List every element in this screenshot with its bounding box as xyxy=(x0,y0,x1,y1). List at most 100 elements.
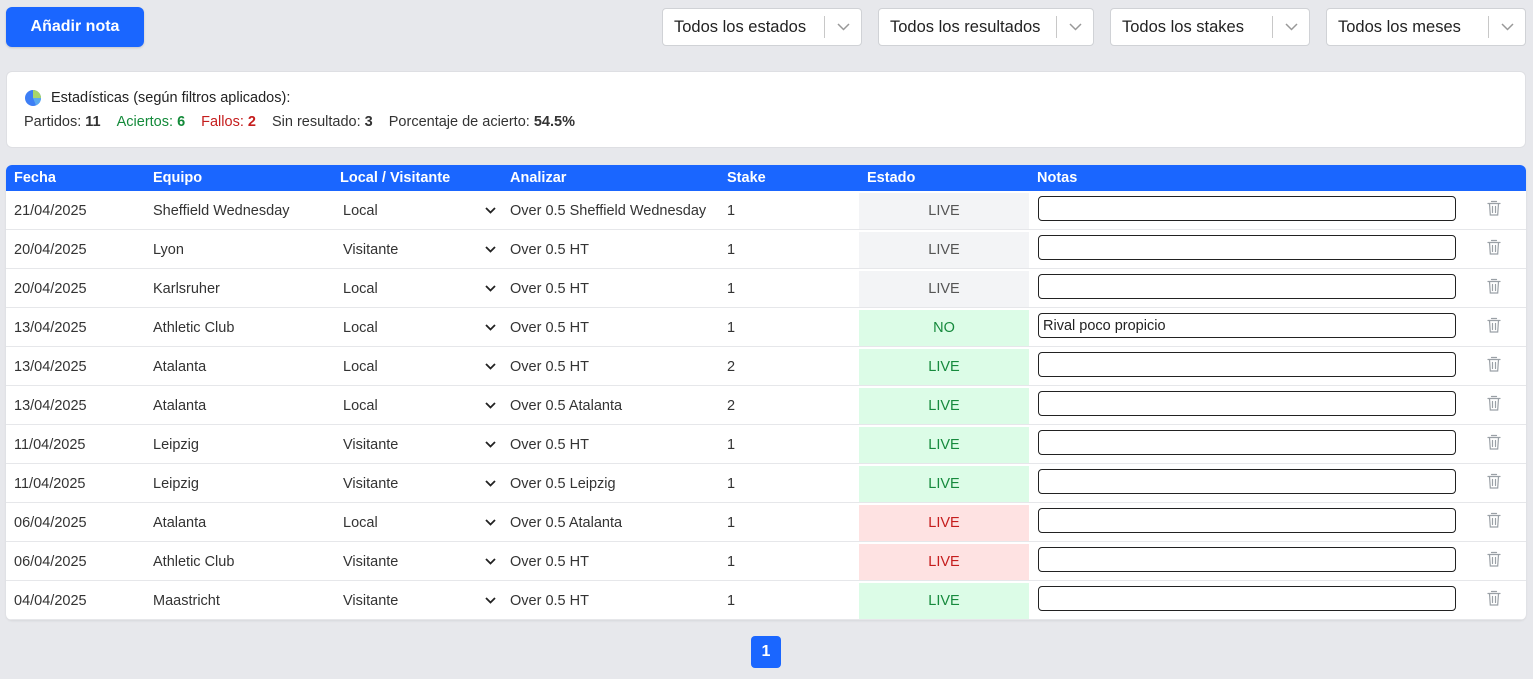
local-visitante-select[interactable]: Visitante xyxy=(343,230,496,269)
cell-equipo: Leipzig xyxy=(153,437,199,453)
chevron-down-icon xyxy=(485,441,496,448)
filter-estados-label: Todos los estados xyxy=(674,17,807,36)
stat-value: 6 xyxy=(177,114,186,130)
cell-analizar: Over 0.5 Atalanta xyxy=(510,515,623,531)
add-note-button[interactable]: Añadir nota xyxy=(6,7,144,47)
chevron-down-icon xyxy=(825,23,861,31)
local-visitante-select[interactable]: Visitante xyxy=(343,425,496,464)
cell-fecha: 13/04/2025 xyxy=(14,359,87,375)
filter-stakes-label: Todos los stakes xyxy=(1122,17,1244,36)
cell-equipo: Athletic Club xyxy=(153,554,235,570)
local-visitante-select[interactable]: Visitante xyxy=(343,464,496,503)
note-input[interactable] xyxy=(1038,235,1456,260)
cell-equipo: Atalanta xyxy=(153,359,207,375)
trash-icon[interactable] xyxy=(1486,317,1502,334)
local-visitante-select[interactable]: Local xyxy=(343,386,496,425)
stat-value: 3 xyxy=(364,114,373,130)
cell-stake: 1 xyxy=(727,554,736,570)
filter-meses-label: Todos los meses xyxy=(1338,17,1461,36)
estado-toggle[interactable]: LIVE xyxy=(859,505,1029,541)
cell-stake: 1 xyxy=(727,593,736,609)
note-input[interactable] xyxy=(1038,391,1456,416)
estado-toggle[interactable]: LIVE xyxy=(859,271,1029,307)
table-row: 11/04/2025 Leipzig Visitante Over 0.5 Leipz… xyxy=(6,464,1526,503)
cell-analizar: Over 0.5 HT xyxy=(510,281,589,297)
cell-fecha: 13/04/2025 xyxy=(14,320,87,336)
cell-stake: 1 xyxy=(727,320,736,336)
cell-fecha: 21/04/2025 xyxy=(14,203,87,219)
filter-resultados[interactable]: Todos los resultados xyxy=(878,8,1094,46)
stat-label: Sin resultado: xyxy=(271,114,361,130)
estado-toggle[interactable]: LIVE xyxy=(859,193,1029,229)
estado-toggle[interactable]: LIVE xyxy=(859,583,1029,619)
note-input[interactable] xyxy=(1038,586,1456,611)
estado-toggle[interactable]: LIVE xyxy=(859,232,1029,268)
trash-icon[interactable] xyxy=(1486,395,1502,412)
local-visitante-select[interactable]: Visitante xyxy=(343,581,496,620)
estado-toggle[interactable]: LIVE xyxy=(859,427,1029,463)
trash-icon[interactable] xyxy=(1486,356,1502,373)
local-visitante-select[interactable]: Local xyxy=(343,503,496,542)
trash-icon[interactable] xyxy=(1486,473,1502,490)
select-value: Visitante xyxy=(343,553,399,570)
estado-toggle[interactable]: LIVE xyxy=(859,466,1029,502)
stat-item: Sin resultado: 3 xyxy=(272,114,373,130)
stats-summary: Partidos: 11 Aciertos: 6 Fallos: 2 Sin resu… xyxy=(24,114,591,130)
cell-fecha: 06/04/2025 xyxy=(14,554,87,570)
local-visitante-select[interactable]: Visitante xyxy=(343,542,496,581)
trash-icon[interactable] xyxy=(1486,590,1502,607)
stat-label: Aciertos: xyxy=(116,114,174,130)
select-value: Local xyxy=(343,319,378,336)
trash-icon[interactable] xyxy=(1486,551,1502,568)
note-input[interactable] xyxy=(1038,196,1456,221)
trash-icon[interactable] xyxy=(1486,200,1502,217)
note-input[interactable] xyxy=(1038,547,1456,572)
table-row: 06/04/2025 Atalanta Local Over 0.5 Atalanta… xyxy=(6,503,1526,542)
cell-analizar: Over 0.5 HT xyxy=(510,437,589,453)
header-estado: Estado xyxy=(867,170,916,186)
local-visitante-select[interactable]: Local xyxy=(343,347,496,386)
chevron-down-icon xyxy=(1057,23,1093,31)
trash-icon[interactable] xyxy=(1486,512,1502,529)
trash-icon[interactable] xyxy=(1486,434,1502,451)
select-value: Visitante xyxy=(343,475,399,492)
pie-chart-icon xyxy=(25,90,41,106)
stats-heading: Estadísticas (según filtros aplicados): xyxy=(24,89,290,107)
estado-toggle[interactable]: LIVE xyxy=(859,349,1029,385)
cell-equipo: Leipzig xyxy=(153,476,199,492)
note-input[interactable] xyxy=(1038,469,1456,494)
table-header: Fecha Equipo Local / Visitante Analizar Stak… xyxy=(6,165,1526,191)
header-fecha: Fecha xyxy=(14,170,56,186)
filter-estados[interactable]: Todos los estados xyxy=(662,8,862,46)
chevron-down-icon xyxy=(485,480,496,487)
local-visitante-select[interactable]: Local xyxy=(343,191,496,230)
select-value: Visitante xyxy=(343,436,399,453)
chevron-down-icon xyxy=(485,324,496,331)
note-input[interactable] xyxy=(1038,274,1456,299)
estado-toggle[interactable]: LIVE xyxy=(859,388,1029,424)
trash-icon[interactable] xyxy=(1486,239,1502,256)
note-input[interactable] xyxy=(1038,352,1456,377)
cell-fecha: 06/04/2025 xyxy=(14,515,87,531)
estado-toggle[interactable]: LIVE xyxy=(859,544,1029,580)
chevron-down-icon xyxy=(485,246,496,253)
local-visitante-select[interactable]: Local xyxy=(343,308,496,347)
stat-item: Aciertos: 6 xyxy=(117,114,186,130)
cell-analizar: Over 0.5 HT xyxy=(510,554,589,570)
page-button-1[interactable]: 1 xyxy=(751,636,781,668)
local-visitante-select[interactable]: Local xyxy=(343,269,496,308)
note-input[interactable] xyxy=(1038,508,1456,533)
note-input[interactable] xyxy=(1038,430,1456,455)
table-row: 04/04/2025 Maastricht Visitante Over 0.5 HT… xyxy=(6,581,1526,620)
select-value: Local xyxy=(343,358,378,375)
cell-analizar: Over 0.5 Leipzig xyxy=(510,476,616,492)
estado-toggle[interactable]: NO xyxy=(859,310,1029,346)
filter-meses[interactable]: Todos los meses xyxy=(1326,8,1526,46)
stat-value: 11 xyxy=(85,114,101,130)
chevron-down-icon xyxy=(1489,23,1525,31)
cell-equipo: Sheffield Wednesday xyxy=(153,203,290,219)
trash-icon[interactable] xyxy=(1486,278,1502,295)
filter-stakes[interactable]: Todos los stakes xyxy=(1110,8,1310,46)
select-value: Visitante xyxy=(343,592,399,609)
note-input[interactable] xyxy=(1038,313,1456,338)
